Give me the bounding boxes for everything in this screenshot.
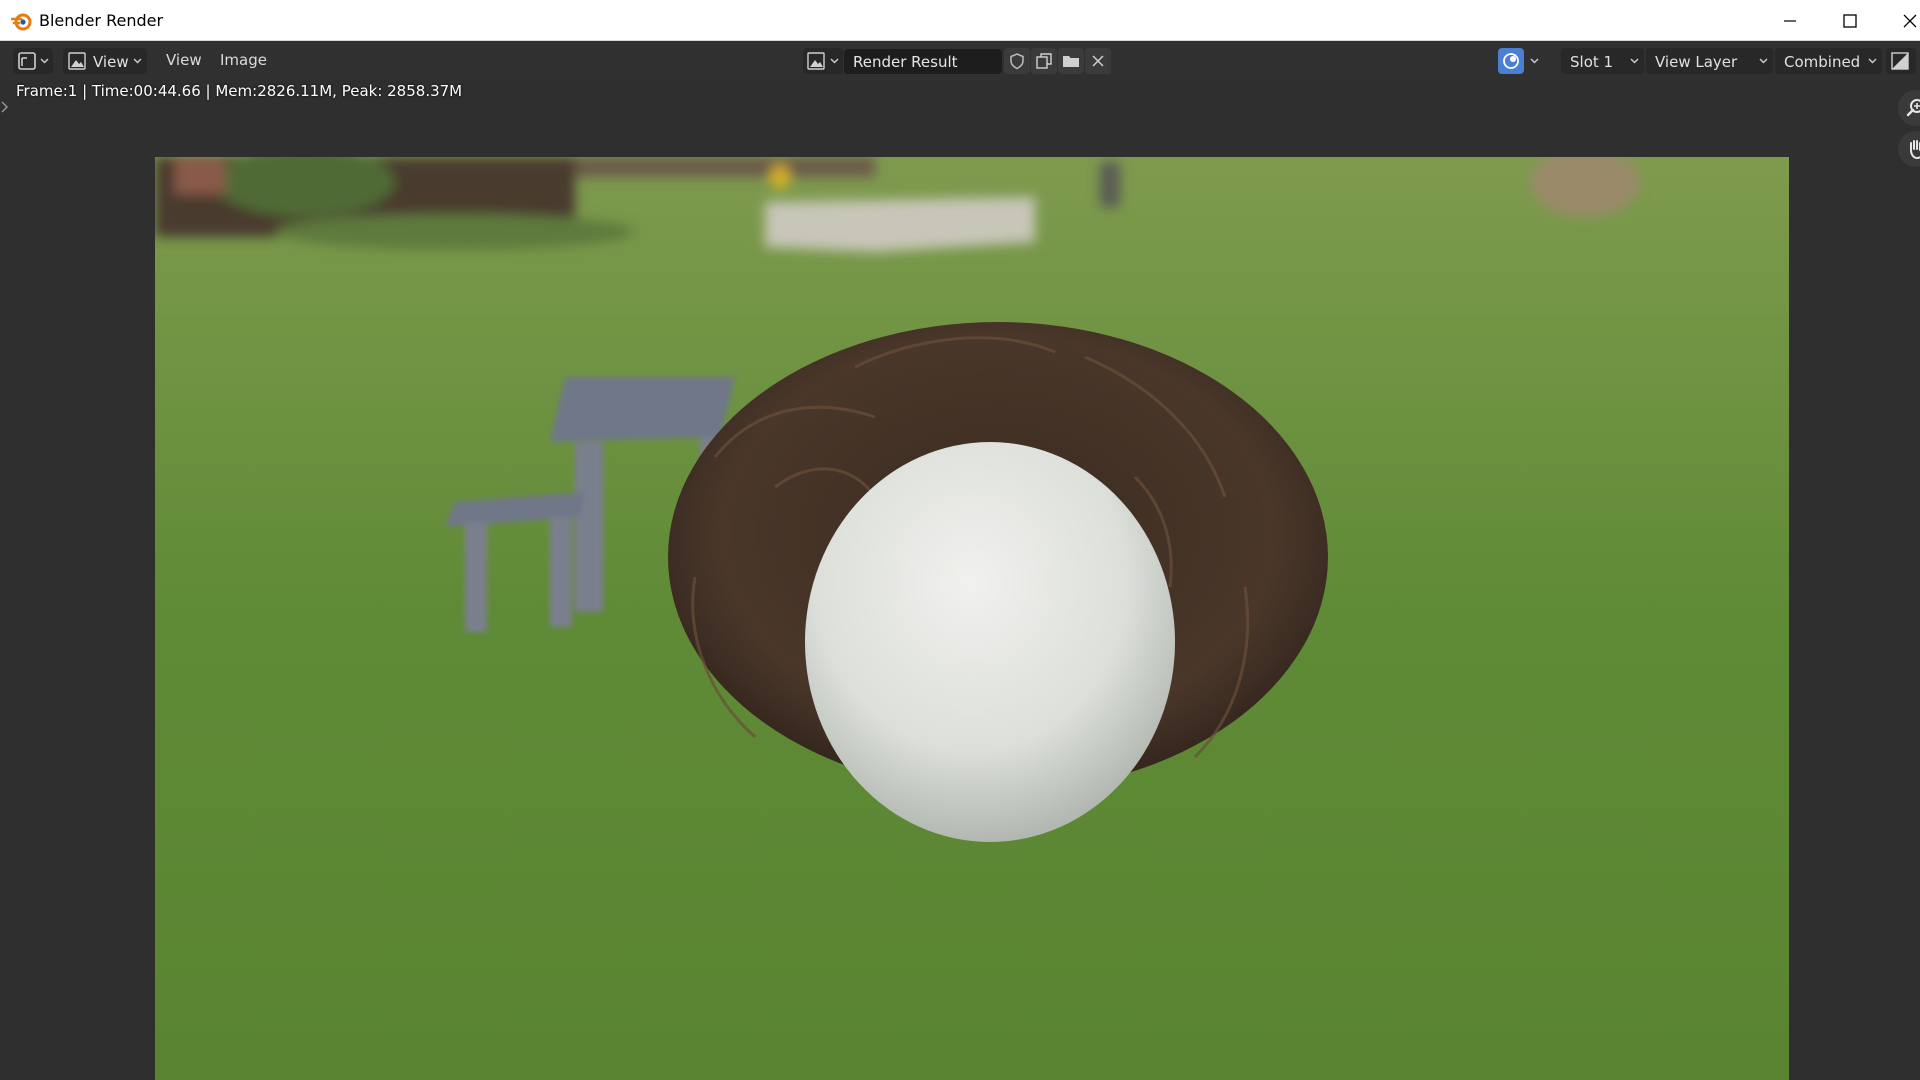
- pan-hand-icon: [1910, 140, 1920, 160]
- image-mode-icon: [68, 52, 86, 70]
- image-editor-icon: [18, 52, 36, 70]
- mode-label: View: [93, 53, 129, 71]
- maximize-icon: [1843, 13, 1857, 28]
- chevron-down-icon: [1868, 58, 1877, 64]
- render-scene-illustration: [155, 157, 1789, 1080]
- render-pass-label: Combined: [1784, 53, 1861, 71]
- view-layer-dropdown[interactable]: View Layer: [1646, 48, 1773, 74]
- zoom-icon: [1906, 99, 1920, 117]
- chevron-down-icon: [40, 58, 49, 64]
- chevron-down-icon: [1759, 58, 1768, 64]
- close-icon: [1903, 14, 1917, 27]
- window-title: Blender Render: [39, 11, 164, 30]
- window-titlebar: Blender Render: [0, 0, 1920, 41]
- chevron-down-icon: [1630, 58, 1639, 64]
- chevron-down-icon: [133, 58, 142, 64]
- image-editor-header: View View Image Render Result Slot 1 Vie…: [0, 41, 1920, 80]
- display-channels-icon: [1891, 52, 1909, 70]
- image-name-field[interactable]: Render Result: [844, 49, 1002, 74]
- unlink-close-icon: [1092, 55, 1104, 67]
- minimize-button[interactable]: [1760, 0, 1820, 41]
- image-browse-button[interactable]: [803, 48, 843, 74]
- open-image-folder-icon: [1063, 56, 1079, 67]
- display-channels-button[interactable]: [1886, 48, 1916, 74]
- slot-dropdown[interactable]: Slot 1: [1561, 48, 1644, 74]
- duplicate-image-icon: [1036, 53, 1052, 69]
- view-layer-label: View Layer: [1655, 53, 1738, 71]
- editor-type-button[interactable]: [13, 48, 53, 74]
- unlink-image-button[interactable]: [1085, 48, 1111, 74]
- close-button[interactable]: [1880, 0, 1920, 41]
- render-pass-dropdown[interactable]: Combined: [1775, 48, 1882, 74]
- slot-label: Slot 1: [1570, 53, 1614, 71]
- minimize-icon: [1784, 19, 1796, 22]
- menu-view[interactable]: View: [166, 51, 202, 69]
- chevron-down-icon: [1530, 58, 1539, 64]
- maximize-button[interactable]: [1820, 0, 1880, 41]
- open-image-button[interactable]: [1058, 48, 1084, 74]
- gizmo-toggle-button[interactable]: [1498, 48, 1524, 74]
- blender-logo-icon: [10, 13, 32, 31]
- gizmo-toggle-icon: [1503, 53, 1519, 69]
- fake-user-shield-icon: [1010, 53, 1024, 70]
- chevron-down-icon: [830, 58, 839, 64]
- render-info-text: Frame:1 | Time:00:44.66 | Mem:2826.11M, …: [16, 82, 463, 100]
- menu-image[interactable]: Image: [220, 51, 267, 69]
- image-name-text: Render Result: [853, 53, 958, 71]
- fake-user-button[interactable]: [1004, 48, 1030, 74]
- mode-dropdown[interactable]: View: [63, 48, 147, 74]
- sidebar-toggle-icon[interactable]: [0, 98, 10, 116]
- image-browse-icon: [807, 52, 825, 70]
- duplicate-image-button[interactable]: [1031, 48, 1057, 74]
- render-result-image: [155, 157, 1789, 1080]
- gizmo-options-dropdown[interactable]: [1526, 48, 1544, 74]
